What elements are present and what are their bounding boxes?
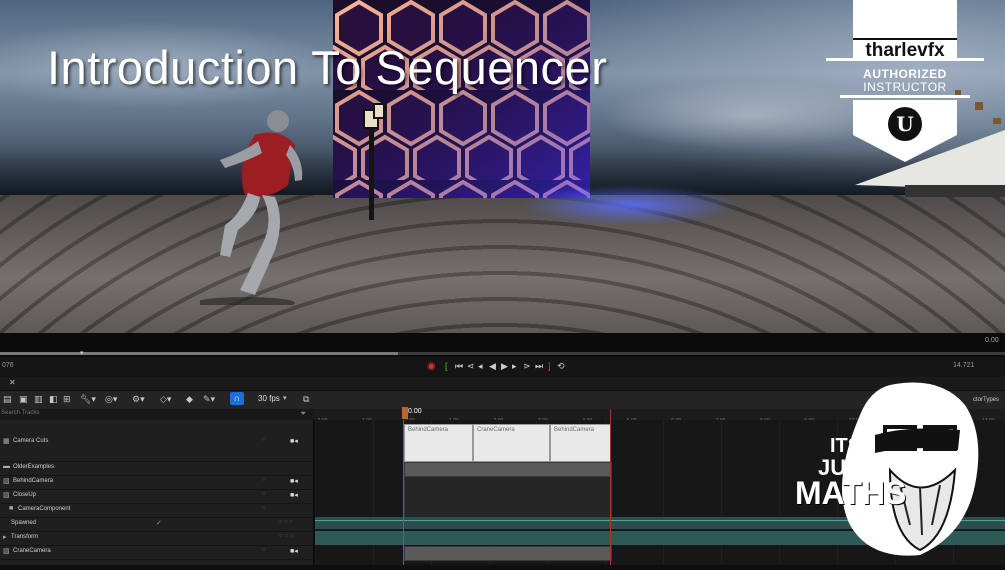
folder-icon: ▬ [3, 463, 10, 470]
key-options-icon[interactable]: ◇▾ [160, 393, 171, 405]
step-forward-icon[interactable]: ▸ [512, 361, 517, 372]
loop-icon[interactable]: ⟲ [557, 361, 565, 372]
badge-name: tharlevfx [865, 40, 945, 61]
track-row-transform[interactable]: ▸ Transform ○ ○ ○ [0, 532, 313, 546]
render-movie-icon[interactable]: ▣ [19, 393, 28, 405]
camera-cuts-icon: ▦ [3, 438, 10, 445]
jump-start-icon[interactable]: ⏮ [455, 361, 463, 372]
track-label: CameraComponent [18, 506, 71, 512]
playback-end-marker[interactable] [610, 409, 611, 565]
camera-track-icon[interactable]: ■◂ [290, 547, 298, 555]
track-label: OlderExamples [13, 464, 55, 470]
dot-icon: ○ [262, 505, 266, 511]
key-icon[interactable]: ◆ [186, 393, 193, 405]
brush-icon[interactable]: ✎▾ [203, 393, 215, 405]
dot-icon: ○ [262, 547, 266, 553]
cut-label: BehindCamera [408, 427, 449, 433]
next-key-icon[interactable]: ⋗ [523, 361, 531, 372]
camera-cut-section[interactable]: BehindCamera [550, 424, 611, 462]
camera-track-icon[interactable]: ■◂ [290, 437, 298, 445]
close-tab-icon[interactable]: ✕ [9, 378, 16, 387]
floor-shading [0, 195, 1005, 333]
camera-icon[interactable]: ◧ [49, 393, 58, 405]
logo-line3: MATHS [795, 475, 907, 511]
camera-cut-section[interactable]: CraneCamera [473, 424, 550, 462]
play-reverse-icon[interactable]: ◀ [489, 361, 496, 372]
track-row-camera-component[interactable]: ■ CameraComponent ○ [0, 504, 313, 518]
curve-editor-icon[interactable]: ⧉ [303, 393, 309, 405]
running-character [200, 110, 303, 305]
set-start-icon[interactable]: [ [445, 361, 448, 372]
search-row [0, 409, 313, 420]
jump-end-icon[interactable]: ⏭ [535, 361, 543, 372]
camera-track-icon[interactable]: ■◂ [290, 491, 298, 499]
track-row-camera-cuts[interactable]: ▦ Camera Cuts ○ ■◂ [0, 420, 313, 462]
track-label: Transform [11, 534, 39, 540]
camera-actor-icon: ▨ [3, 548, 10, 555]
end-frame-field[interactable]: 14.721 [953, 362, 974, 369]
dot-icon: ○ [262, 437, 266, 443]
playback-start-marker[interactable] [403, 420, 404, 565]
authorized-instructor-badge: U tharlevfx AUTHORIZED INSTRUCTOR [826, 0, 984, 165]
track-label: Spawned [11, 520, 37, 526]
track-row-behind-camera[interactable]: ▨ BehindCamera ○ ■◂ [0, 476, 313, 490]
prev-key-icon[interactable]: ⋖ [467, 361, 475, 372]
folder-bar[interactable] [404, 462, 612, 477]
framerate-dropdown[interactable]: 30 fps [258, 394, 280, 403]
record-icon[interactable]: ◉ [427, 361, 436, 372]
track-row-spawned[interactable]: Spawned ✓ ○ ○ ○ [0, 518, 313, 532]
playback-options-icon[interactable]: ⚙▾ [132, 393, 145, 405]
scrubber-progress [0, 352, 398, 355]
cut-label: BehindCamera [554, 427, 595, 433]
track-label: CraneCamera [13, 548, 51, 554]
badge-authorized: AUTHORIZED [863, 67, 947, 81]
section-bar[interactable] [404, 476, 612, 519]
wrench-icon[interactable]: 🔧︎▾ [80, 393, 96, 405]
svg-text:U: U [896, 112, 913, 136]
play-icon[interactable]: ▶ [501, 361, 508, 372]
step-back-icon[interactable]: ◂ [478, 361, 483, 372]
track-label: BehindCamera [13, 478, 54, 484]
expand-arrow-icon[interactable]: ▸ [3, 533, 7, 541]
scrubber-time: 0.00 [985, 337, 999, 344]
track-row-closeup[interactable]: ▨ CloseUp ○ ■◂ [0, 490, 313, 504]
wall-glow [520, 185, 740, 225]
dot-icon: ○ ○ ○ [279, 533, 294, 539]
dot-icon: ○ ○ ○ [279, 519, 294, 525]
badge-instructor: INSTRUCTOR [863, 80, 947, 94]
playhead-time: 0.00 [408, 408, 422, 415]
scrubber-handle-icon[interactable]: ▾ [80, 349, 84, 357]
checkbox-icon[interactable]: ✓ [156, 519, 162, 527]
snap-magnet-icon[interactable]: ∩ [230, 392, 244, 405]
chevron-down-icon[interactable]: ▾ [283, 393, 287, 405]
track-label: Camera Cuts [13, 438, 49, 444]
camera-cut-section[interactable]: BehindCamera [404, 424, 473, 462]
dot-icon: ○ [262, 477, 266, 483]
cut-label: CraneCamera [477, 427, 515, 433]
set-end-icon[interactable]: ] [548, 361, 551, 372]
camera-actor-icon: ▨ [3, 492, 10, 499]
track-row-crane-camera[interactable]: ▨ CraneCamera ○ ■◂ [0, 546, 313, 560]
camera-component-icon: ■ [9, 505, 14, 512]
track-label: CloseUp [13, 492, 37, 498]
filter-icon[interactable]: ⏷ [300, 409, 306, 419]
thumbnail-title: Introduction To Sequencer [47, 41, 608, 94]
transform-icon[interactable]: ⊞ [63, 393, 71, 405]
track-row-folder[interactable]: ▬ OlderExamples [0, 462, 313, 476]
search-tracks-input[interactable]: Search Tracks [1, 410, 39, 416]
its-just-maths-logo: ITS JUST MATHS [790, 375, 1005, 565]
view-options-icon[interactable]: ◎▾ [105, 393, 117, 405]
save-icon[interactable]: ▤ [3, 393, 12, 405]
start-frame-field[interactable]: 076 [2, 362, 14, 369]
dot-icon: ○ [262, 491, 266, 497]
camera-actor-icon: ▨ [3, 478, 10, 485]
crane-camera-bar[interactable] [404, 546, 612, 561]
lamp-post [363, 103, 385, 220]
clapper-icon[interactable]: ▥ [34, 393, 43, 405]
camera-track-icon[interactable]: ■◂ [290, 477, 298, 485]
